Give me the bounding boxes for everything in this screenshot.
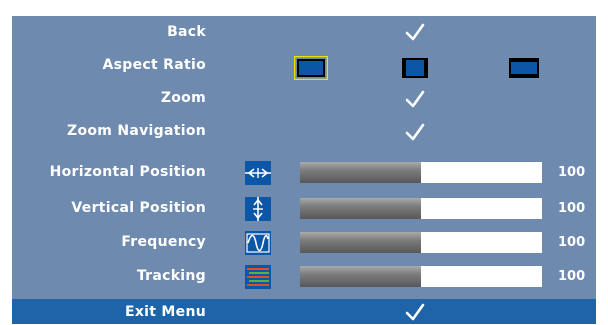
vertical-position-label: Vertical Position [71, 200, 206, 216]
zoom-row[interactable]: Zoom [12, 82, 596, 115]
exit-menu-label: Exit Menu [124, 304, 206, 320]
osd-menu-panel: Back Aspect Ratio Zoom Zoom Navigation H… [12, 16, 596, 324]
frequency-value: 100 [558, 235, 586, 250]
checkmark-icon[interactable] [405, 122, 425, 142]
slider-fill [300, 198, 421, 219]
horizontal-position-slider[interactable] [300, 162, 542, 183]
horizontal-position-icon [245, 161, 271, 185]
zoom-label: Zoom [160, 90, 206, 106]
zoom-navigation-row[interactable]: Zoom Navigation [12, 115, 596, 148]
aspect-16-9-icon[interactable] [294, 56, 328, 80]
tracking-icon [245, 265, 271, 289]
frequency-label: Frequency [121, 234, 206, 250]
aspect-ratio-label: Aspect Ratio [102, 57, 206, 73]
vertical-position-row: Vertical Position 100 [12, 192, 596, 225]
zoom-navigation-label: Zoom Navigation [67, 123, 206, 139]
frequency-slider[interactable] [300, 232, 542, 253]
slider-fill [300, 266, 421, 287]
vertical-position-slider[interactable] [300, 198, 542, 219]
slider-fill [300, 162, 421, 183]
tracking-row: Tracking 100 [12, 260, 596, 293]
tracking-slider[interactable] [300, 266, 542, 287]
slider-fill [300, 232, 421, 253]
aspect-letterbox-icon[interactable] [509, 56, 539, 80]
back-label: Back [167, 24, 206, 40]
vertical-position-icon [245, 197, 271, 221]
frequency-row: Frequency 100 [12, 226, 596, 259]
tracking-value: 100 [558, 269, 586, 284]
checkmark-icon[interactable] [405, 89, 425, 109]
horizontal-position-row: Horizontal Position 100 [12, 156, 596, 189]
aspect-ratio-row: Aspect Ratio [12, 49, 596, 82]
tracking-label: Tracking [136, 268, 206, 284]
frequency-icon [245, 231, 271, 255]
horizontal-position-label: Horizontal Position [49, 164, 206, 180]
checkmark-icon[interactable] [405, 22, 425, 42]
exit-menu-row[interactable]: Exit Menu [12, 299, 596, 324]
back-row[interactable]: Back [12, 16, 596, 49]
vertical-position-value: 100 [558, 201, 586, 216]
horizontal-position-value: 100 [558, 165, 586, 180]
checkmark-icon[interactable] [405, 302, 425, 322]
aspect-4-3-icon[interactable] [402, 56, 428, 80]
